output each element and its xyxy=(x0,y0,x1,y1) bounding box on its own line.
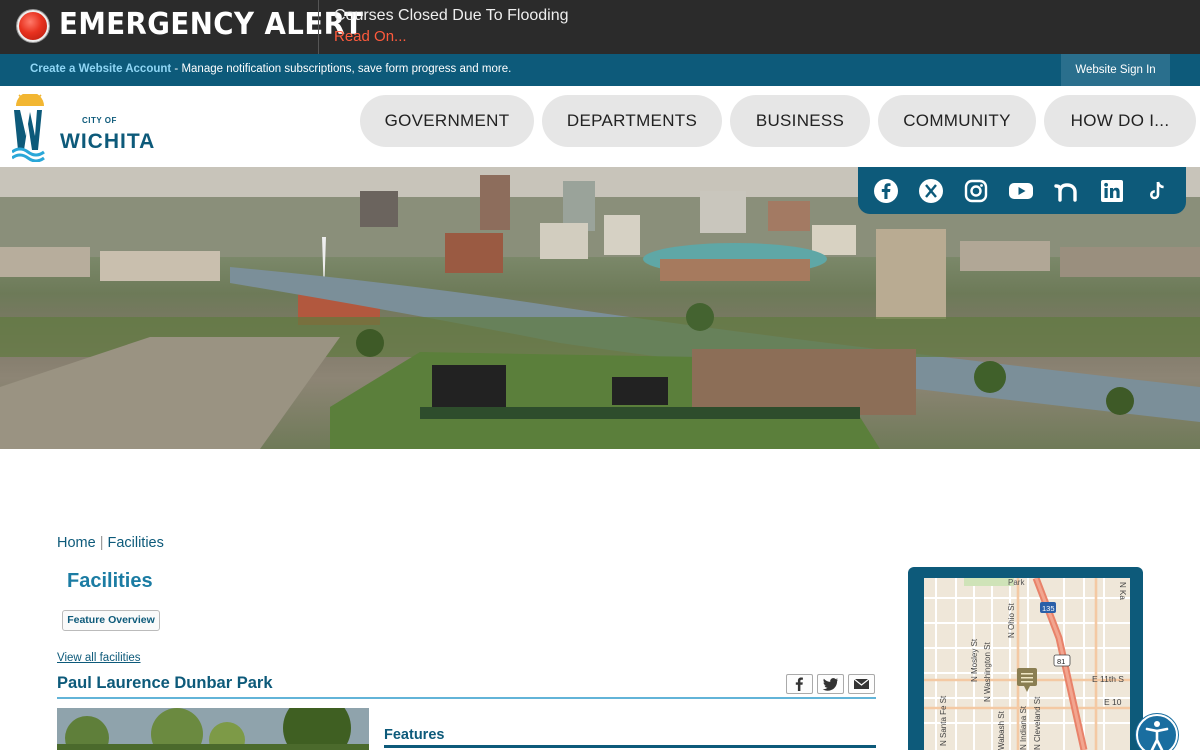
map-label-n-santa-fe: N Santa Fe St xyxy=(939,695,948,746)
alert-divider xyxy=(318,0,319,54)
feature-overview-button[interactable]: Feature Overview xyxy=(62,610,160,631)
nav-government[interactable]: GOVERNMENT xyxy=(360,95,534,147)
breadcrumb-separator: | xyxy=(99,535,104,551)
map-label-us81: 81 xyxy=(1057,657,1065,666)
view-all-facilities-link[interactable]: View all facilities xyxy=(57,652,141,664)
logo-wichita: WICHITA xyxy=(60,130,156,153)
map-label-n-ka: N Ka xyxy=(1118,582,1127,600)
accessibility-icon xyxy=(1145,721,1169,750)
nav-departments[interactable]: DEPARTMENTS xyxy=(542,95,722,147)
envelope-icon xyxy=(853,678,870,689)
map-label-park: Park xyxy=(1008,578,1025,587)
account-bar: Create a Website Account - Manage notifi… xyxy=(0,54,1200,86)
facebook-icon xyxy=(795,677,803,691)
share-facebook-button[interactable] xyxy=(786,674,813,694)
account-text: Create a Website Account - Manage notifi… xyxy=(30,63,511,75)
map-label-i135: 135 xyxy=(1042,604,1055,613)
youtube-icon[interactable] xyxy=(1008,178,1034,204)
linkedin-icon[interactable] xyxy=(1099,178,1125,204)
nav-business[interactable]: BUSINESS xyxy=(730,95,870,147)
account-description: - Manage notification subscriptions, sav… xyxy=(171,63,512,75)
nav-how-do-i[interactable]: HOW DO I... xyxy=(1044,95,1196,147)
wichita-logo[interactable]: CITY OF WICHITA xyxy=(11,91,162,163)
features-heading: Features xyxy=(384,727,445,743)
map-label-n-indiana: N Indiana St xyxy=(1019,705,1028,750)
facebook-icon[interactable] xyxy=(873,178,899,204)
instagram-icon[interactable] xyxy=(963,178,989,204)
sign-in-button[interactable]: Website Sign In xyxy=(1061,54,1170,86)
alert-message[interactable]: Courses Closed Due To Flooding xyxy=(334,7,569,25)
map-label-e-10: E 10 xyxy=(1104,697,1122,707)
nextdoor-icon[interactable] xyxy=(1054,178,1080,204)
accessibility-button[interactable] xyxy=(1136,714,1178,750)
facility-divider xyxy=(57,697,876,699)
facility-photo xyxy=(57,708,369,750)
twitter-bird-icon xyxy=(822,678,838,691)
tiktok-icon[interactable] xyxy=(1144,178,1170,204)
alert-light-icon xyxy=(17,10,49,42)
breadcrumb-home[interactable]: Home xyxy=(57,535,96,551)
breadcrumb: Home | Facilities xyxy=(57,535,164,551)
features-divider xyxy=(384,745,876,748)
facility-map[interactable]: Park N Ka N Ohio St N Mosley St N Washin… xyxy=(924,578,1130,750)
logo-city-of: CITY OF xyxy=(82,116,117,125)
page-title: Facilities xyxy=(67,570,153,592)
map-label-n-ohio: N Ohio St xyxy=(1007,603,1016,638)
street-map: Park N Ka N Ohio St N Mosley St N Washin… xyxy=(924,578,1130,750)
x-icon[interactable] xyxy=(918,178,944,204)
nav-community[interactable]: COMMUNITY xyxy=(878,95,1036,147)
map-label-wabash: Wabash St xyxy=(997,710,1006,750)
map-label-e-11th: E 11th S xyxy=(1092,674,1124,684)
share-twitter-button[interactable] xyxy=(817,674,844,694)
park-photo-illustration xyxy=(57,708,369,750)
map-label-n-mosley: N Mosley St xyxy=(970,638,979,682)
share-email-button[interactable] xyxy=(848,674,875,694)
map-label-n-cleveland: N Cleveland St xyxy=(1033,696,1042,750)
alert-read-on-link[interactable]: Read On... xyxy=(334,28,407,45)
emergency-alert-bar: EMERGENCY ALERT Courses Closed Due To Fl… xyxy=(0,0,1200,54)
facility-name: Paul Laurence Dunbar Park xyxy=(57,674,273,692)
breadcrumb-facilities[interactable]: Facilities xyxy=(107,535,163,551)
map-label-n-washington: N Washington St xyxy=(983,641,992,702)
create-account-link[interactable]: Create a Website Account xyxy=(30,63,171,75)
social-media-bar xyxy=(858,167,1186,214)
